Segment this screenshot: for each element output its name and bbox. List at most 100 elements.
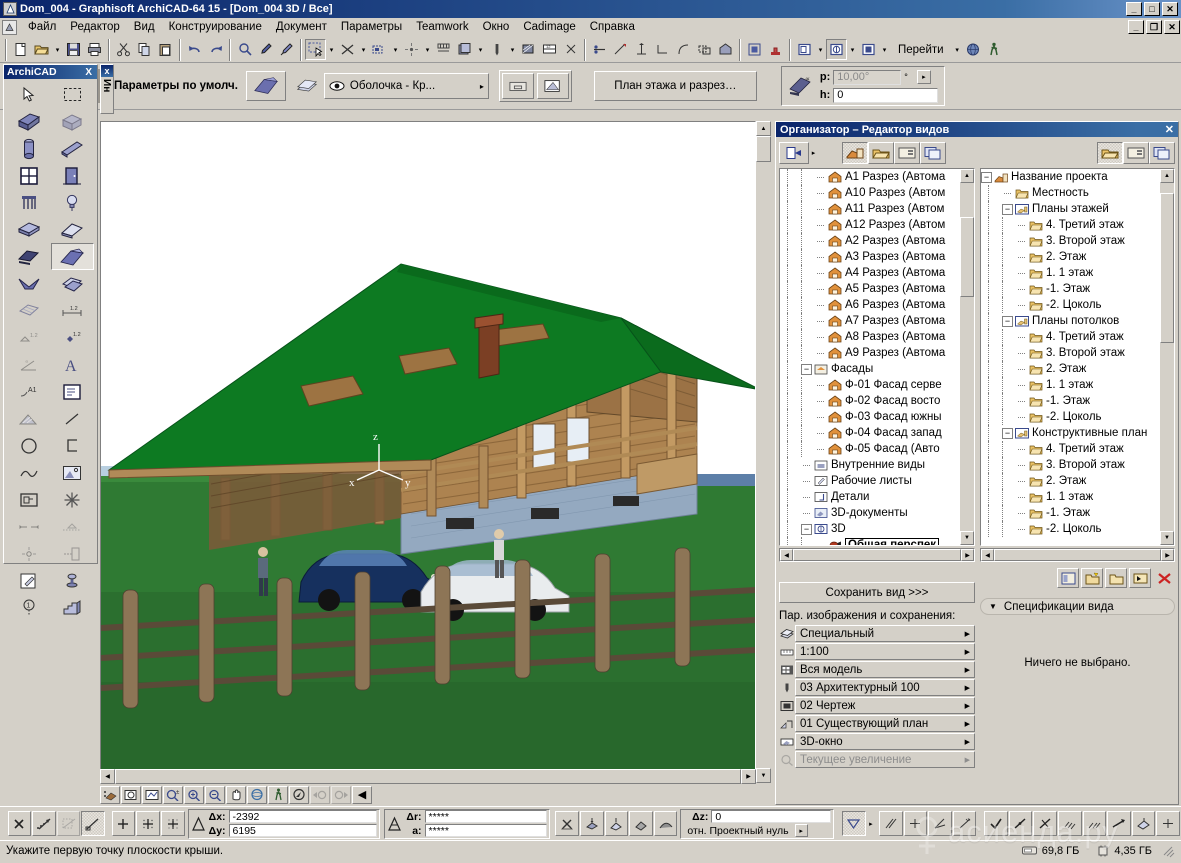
menu-item-help[interactable]: Справка bbox=[583, 19, 642, 35]
curve-icon[interactable] bbox=[673, 39, 694, 60]
tree-item[interactable]: 3. Второй этаж bbox=[981, 233, 1160, 249]
view-setting-arrow-icon[interactable]: ▶ bbox=[965, 684, 970, 692]
toolbox-close-icon[interactable]: X bbox=[85, 67, 94, 78]
level-dimension-tool-icon[interactable]: 1.2 bbox=[7, 324, 51, 351]
grid-snap-dotted-icon[interactable] bbox=[136, 811, 160, 836]
spline-tool-icon[interactable] bbox=[7, 459, 51, 486]
pitch-stepper-icon[interactable]: ▸ bbox=[916, 70, 931, 84]
right-tree-hscroll-thumb[interactable] bbox=[994, 549, 1161, 561]
menu-item-window[interactable]: Окно bbox=[476, 19, 517, 35]
open-icon[interactable] bbox=[31, 39, 52, 60]
tree-expander[interactable]: − bbox=[1002, 203, 1013, 215]
eyedropper-icon[interactable] bbox=[255, 39, 276, 60]
gravity-roof-icon[interactable] bbox=[604, 811, 629, 836]
document-icon[interactable] bbox=[2, 19, 17, 35]
split-icon[interactable] bbox=[589, 39, 610, 60]
tree-item[interactable]: 4. Третий этаж bbox=[981, 441, 1160, 457]
menu-item-teamwork[interactable]: Teamwork bbox=[409, 19, 475, 35]
tree-item[interactable]: 3D-документы bbox=[780, 505, 960, 521]
camera-tool-icon[interactable] bbox=[7, 540, 51, 567]
tree-item[interactable]: -1. Этаж bbox=[981, 393, 1160, 409]
beam-tool-icon[interactable] bbox=[51, 135, 95, 162]
view-specifications-header[interactable]: ▼ Спецификации вида bbox=[980, 598, 1175, 615]
polyline-tool-icon[interactable] bbox=[51, 432, 95, 459]
door-tool-icon[interactable] bbox=[51, 162, 95, 189]
tree-item[interactable]: 2. Этаж bbox=[981, 473, 1160, 489]
doc-close-button[interactable]: ✕ bbox=[1164, 20, 1180, 34]
tree-item[interactable]: A12 Разрез (Автом bbox=[780, 217, 960, 233]
tree-item[interactable]: A2 Разрез (Автома bbox=[780, 233, 960, 249]
view-setting-popup[interactable]: 01 Существующий план ▶ bbox=[795, 715, 975, 732]
menu-item-options[interactable]: Параметры bbox=[334, 19, 409, 35]
tree-item[interactable]: Ф-04 Фасад запад bbox=[780, 425, 960, 441]
tree-item[interactable]: 1. 1 этаж bbox=[981, 489, 1160, 505]
view-setting-arrow-icon[interactable]: ▶ bbox=[965, 648, 970, 656]
tree-item[interactable]: 2. Этаж bbox=[981, 249, 1160, 265]
tree-item[interactable]: − Фасады bbox=[780, 361, 960, 377]
stamp-icon[interactable] bbox=[765, 39, 786, 60]
new-folder-icon[interactable] bbox=[1105, 568, 1127, 588]
snap-bisector-icon[interactable] bbox=[928, 811, 952, 836]
scroll-up-button[interactable]: ▲ bbox=[756, 121, 771, 136]
roof-tool-settings-button[interactable] bbox=[245, 71, 286, 101]
organizer-close-icon[interactable]: ✕ bbox=[1165, 123, 1174, 136]
snap-divide-icon[interactable] bbox=[1033, 811, 1057, 836]
view-setting-arrow-icon[interactable]: ▶ bbox=[965, 630, 970, 638]
tree-item[interactable]: Ф-01 Фасад серве bbox=[780, 377, 960, 393]
goto-label[interactable]: Перейти bbox=[890, 40, 952, 60]
snap-construction-icon[interactable] bbox=[56, 811, 81, 836]
drawing-tool-icon[interactable] bbox=[51, 378, 95, 405]
snap-edge-icon[interactable] bbox=[1107, 811, 1131, 836]
object-tool-icon[interactable] bbox=[7, 189, 51, 216]
figure-tool-icon[interactable] bbox=[51, 459, 95, 486]
view3d-window-icon[interactable] bbox=[826, 39, 847, 60]
zoom-in-icon[interactable] bbox=[184, 785, 204, 804]
paste-icon[interactable] bbox=[155, 39, 176, 60]
dz-value[interactable]: 0 bbox=[711, 810, 832, 823]
fit-in-window-icon[interactable] bbox=[142, 785, 162, 804]
tree-expander[interactable]: − bbox=[801, 363, 812, 375]
arrow-select-icon[interactable] bbox=[305, 39, 326, 60]
menu-item-view[interactable]: Вид bbox=[127, 19, 162, 35]
wall-tool-icon[interactable] bbox=[7, 108, 51, 135]
tree-item[interactable]: A11 Разрез (Автом bbox=[780, 201, 960, 217]
menu-item-edit[interactable]: Редактор bbox=[63, 19, 127, 35]
view-map-tab[interactable] bbox=[868, 142, 894, 164]
floor-plan-dropdown-icon[interactable]: ▾ bbox=[815, 39, 826, 60]
plan-section-button[interactable]: План этажа и разрез… bbox=[593, 71, 757, 101]
layer-settings-button[interactable] bbox=[290, 71, 324, 101]
column-tool-icon[interactable] bbox=[7, 135, 51, 162]
print-icon[interactable] bbox=[84, 39, 105, 60]
roof-tool-icon[interactable] bbox=[51, 216, 95, 243]
intersect-dropdown-icon[interactable]: ▾ bbox=[358, 39, 369, 60]
menu-item-document[interactable]: Документ bbox=[269, 19, 334, 35]
worksheet-tool-icon[interactable] bbox=[7, 567, 51, 594]
change-marker-tool-icon[interactable] bbox=[51, 567, 95, 594]
snap-endpoint-icon[interactable] bbox=[984, 811, 1008, 836]
dr-value[interactable]: ***** bbox=[424, 810, 547, 823]
view-setting-popup[interactable]: Вся модель ▶ bbox=[795, 661, 975, 678]
stair-tool-icon[interactable] bbox=[51, 594, 95, 621]
left-tree-scroll-left[interactable]: ◀ bbox=[780, 549, 793, 561]
find-select-icon[interactable] bbox=[234, 39, 255, 60]
tree-item[interactable]: Ф-03 Фасад южны bbox=[780, 409, 960, 425]
save-view-button[interactable]: Сохранить вид >>> bbox=[779, 582, 975, 603]
tree-item[interactable]: 1. 1 этаж bbox=[981, 377, 1160, 393]
view-vertical-scrollbar[interactable]: ▲ ▼ bbox=[756, 121, 771, 783]
tree-item[interactable]: − Планы потолков bbox=[981, 313, 1160, 329]
arrow-select-dropdown-icon[interactable]: ▾ bbox=[326, 39, 337, 60]
tree-item[interactable]: A9 Разрез (Автома bbox=[780, 345, 960, 361]
tree-item[interactable]: A7 Разрез (Автома bbox=[780, 313, 960, 329]
layout-dropdown-icon[interactable]: ▾ bbox=[879, 39, 890, 60]
layer-combo[interactable]: Оболочка - Кр... ▸ bbox=[323, 73, 489, 99]
walk-icon[interactable] bbox=[268, 785, 288, 804]
guide-lines-icon[interactable] bbox=[842, 811, 866, 836]
tree-item[interactable]: − 3D bbox=[780, 521, 960, 537]
new-view-icon[interactable] bbox=[1081, 568, 1103, 588]
tree-item[interactable]: − Название проекта bbox=[981, 169, 1160, 185]
scroll-right-button[interactable]: ▶ bbox=[741, 769, 756, 784]
tree-item[interactable]: A6 Разрез (Автома bbox=[780, 297, 960, 313]
trim-icon[interactable] bbox=[369, 39, 390, 60]
tree-item[interactable]: -2. Цоколь bbox=[981, 409, 1160, 425]
left-tree-hscroll-thumb[interactable] bbox=[793, 549, 961, 561]
